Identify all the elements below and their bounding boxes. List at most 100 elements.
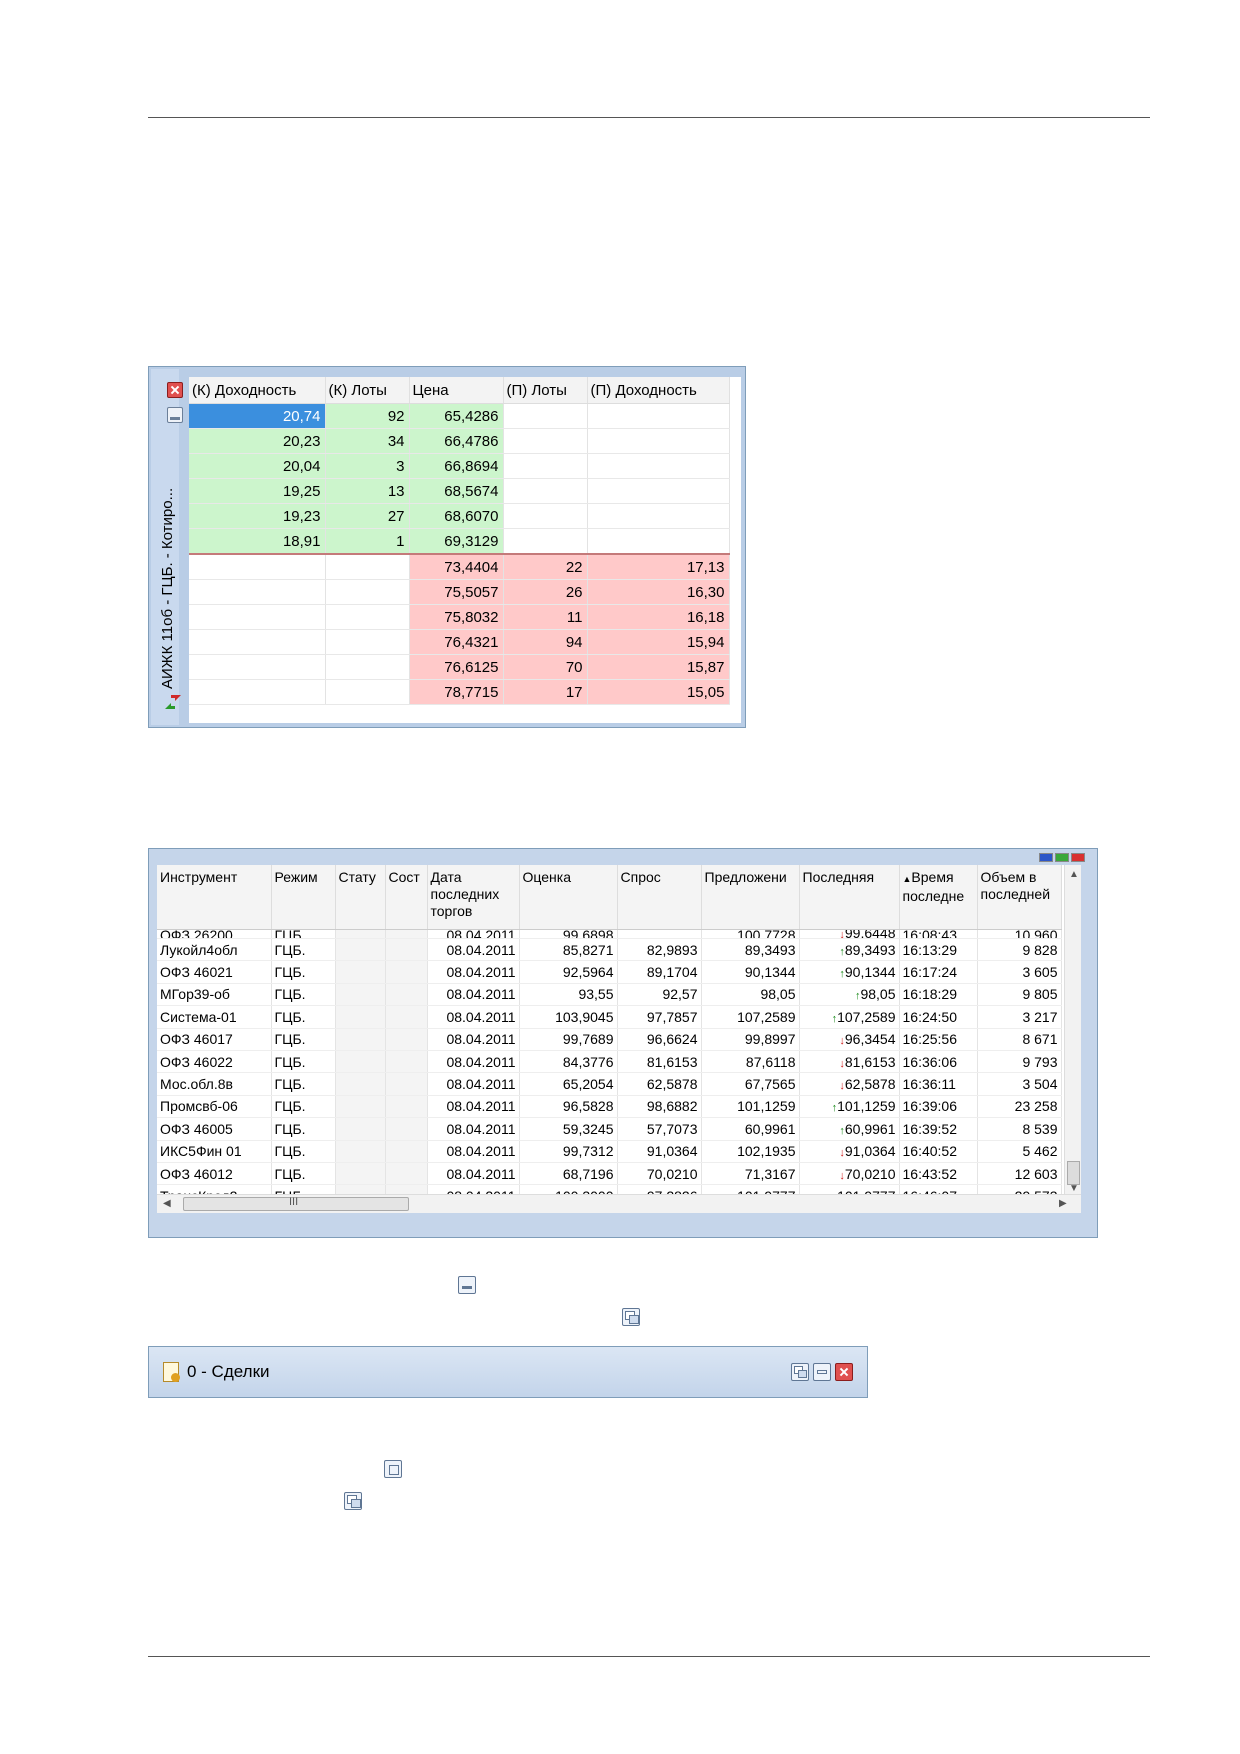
date-cell[interactable]: 08.04.2011 [427, 1140, 520, 1163]
bid-row[interactable]: 20,74 92 65,4286 [189, 403, 730, 429]
instrument-cell[interactable]: ОФЗ 46021 [157, 960, 272, 984]
price-cell[interactable]: 65,4286 [409, 403, 504, 429]
date-cell[interactable]: 08.04.2011 [427, 1095, 520, 1119]
price-cell[interactable]: 75,8032 [409, 604, 504, 630]
last-cell[interactable]: ↓99,6448 [799, 929, 900, 939]
last-cell[interactable]: ↓70,0210 [799, 1162, 900, 1186]
ask-lots-cell[interactable]: 22 [503, 553, 588, 580]
last-cell[interactable]: ↓62,5878 [799, 1072, 900, 1096]
table-row[interactable]: Мос.обл.8в ГЦБ. 08.04.2011 65,2054 62,5878 67… [157, 1072, 1062, 1096]
table-row[interactable]: ОФЗ 46012 ГЦБ. 08.04.2011 68,7196 70,0210 71,… [157, 1162, 1062, 1186]
table-row[interactable]: ОФЗ 26200 ГЦБ. 08.04.2011 99,6898 100,7728 ↓9… [157, 929, 1062, 939]
date-cell[interactable]: 08.04.2011 [427, 960, 520, 984]
estimate-cell[interactable]: 93,55 [519, 983, 618, 1007]
bid-yield-cell[interactable]: 20,74 [189, 403, 326, 429]
col-last-trade-date[interactable]: Дата последних торгов [427, 865, 520, 930]
col-bid-lots[interactable]: (К) Лоты [325, 377, 410, 404]
price-cell[interactable]: 66,8694 [409, 453, 504, 479]
col-status[interactable]: Стату [335, 865, 386, 930]
bid-lots-cell[interactable]: 27 [325, 503, 410, 529]
mode-cell[interactable]: ГЦБ. [271, 960, 336, 984]
col-last[interactable]: Последняя [799, 865, 900, 930]
price-cell[interactable]: 66,4786 [409, 428, 504, 454]
col-ask-lots[interactable]: (П) Лоты [503, 377, 588, 404]
date-cell[interactable]: 08.04.2011 [427, 1028, 520, 1051]
close-icon[interactable] [1071, 853, 1085, 862]
ask-row[interactable]: 75,5057 26 16,30 [189, 579, 730, 605]
table-row[interactable]: Лукойл4обл ГЦБ. 08.04.2011 85,8271 82,9893 89… [157, 938, 1062, 962]
bid-lots-cell[interactable]: 3 [325, 453, 410, 479]
mode-cell[interactable]: ГЦБ. [271, 938, 336, 962]
bid-cell[interactable]: 89,1704 [617, 960, 702, 984]
table-row[interactable]: Промсвб-06 ГЦБ. 08.04.2011 96,5828 98,6882 10… [157, 1095, 1062, 1119]
price-cell[interactable]: 69,3129 [409, 528, 504, 555]
ask-cell[interactable]: 71,3167 [701, 1162, 800, 1186]
vertical-scroll-thumb[interactable] [1067, 1161, 1080, 1185]
ask-row[interactable]: 76,6125 70 15,87 [189, 654, 730, 680]
ask-cell[interactable]: 90,1344 [701, 960, 800, 984]
col-estimate[interactable]: Оценка [519, 865, 618, 930]
last-cell[interactable]: ↑60,9961 [799, 1117, 900, 1141]
mode-cell[interactable]: ГЦБ. [271, 1005, 336, 1029]
ask-lots-cell[interactable]: 11 [503, 604, 588, 630]
bid-cell[interactable]: 97,7857 [617, 1005, 702, 1029]
ask-yield-cell[interactable]: 16,30 [587, 579, 730, 605]
col-state[interactable]: Сост [385, 865, 428, 930]
last-cell[interactable]: ↓96,3454 [799, 1028, 900, 1051]
estimate-cell[interactable]: 99,7689 [519, 1028, 618, 1051]
bid-lots-cell[interactable]: 13 [325, 478, 410, 504]
last-cell[interactable]: ↑101,1259 [799, 1095, 900, 1119]
bid-lots-cell[interactable]: 92 [325, 403, 410, 429]
bid-cell[interactable]: 91,0364 [617, 1140, 702, 1163]
ask-row[interactable]: 73,4404 22 17,13 [189, 553, 730, 580]
date-cell[interactable]: 08.04.2011 [427, 929, 520, 939]
volume-cell[interactable]: 3 605 [977, 960, 1062, 984]
ask-yield-cell[interactable]: 15,94 [587, 629, 730, 655]
mode-cell[interactable]: ГЦБ. [271, 1140, 336, 1163]
instrument-cell[interactable]: ОФЗ 46005 [157, 1117, 272, 1141]
table-row[interactable]: Система-01 ГЦБ. 08.04.2011 103,9045 97,7857 1… [157, 1005, 1062, 1029]
bid-cell[interactable]: 92,57 [617, 983, 702, 1007]
ask-yield-cell[interactable]: 15,05 [587, 679, 730, 705]
date-cell[interactable]: 08.04.2011 [427, 1050, 520, 1074]
instrument-cell[interactable]: Система-01 [157, 1005, 272, 1029]
mode-cell[interactable]: ГЦБ. [271, 1162, 336, 1186]
scroll-left-icon[interactable]: ◀ [163, 1198, 171, 1209]
bid-row[interactable]: 19,23 27 68,6070 [189, 503, 730, 529]
bid-cell[interactable]: 81,6153 [617, 1050, 702, 1074]
last-cell[interactable]: ↑98,05 [799, 983, 900, 1007]
ask-lots-cell[interactable]: 17 [503, 679, 588, 705]
col-bid-yield[interactable]: (К) Доходность [189, 377, 326, 404]
volume-cell[interactable]: 8 539 [977, 1117, 1062, 1141]
mode-cell[interactable]: ГЦБ. [271, 1028, 336, 1051]
ask-cell[interactable]: 89,3493 [701, 938, 800, 962]
instrument-cell[interactable]: ОФЗ 46017 [157, 1028, 272, 1051]
date-cell[interactable]: 08.04.2011 [427, 1072, 520, 1096]
col-price[interactable]: Цена [409, 377, 504, 404]
volume-cell[interactable]: 12 603 [977, 1162, 1062, 1186]
price-cell[interactable]: 75,5057 [409, 579, 504, 605]
bid-cell[interactable]: 98,6882 [617, 1095, 702, 1119]
volume-cell[interactable]: 5 462 [977, 1140, 1062, 1163]
ask-lots-cell[interactable]: 26 [503, 579, 588, 605]
time-cell[interactable]: 16:24:50 [899, 1005, 978, 1029]
col-ask-yield[interactable]: (П) Доходность [587, 377, 730, 404]
last-cell[interactable]: ↑90,1344 [799, 960, 900, 984]
ask-cell[interactable]: 67,7565 [701, 1072, 800, 1096]
ask-cell[interactable]: 87,6118 [701, 1050, 800, 1074]
mode-cell[interactable]: ГЦБ. [271, 1072, 336, 1096]
scroll-right-icon[interactable]: ▶ [1059, 1198, 1067, 1209]
price-cell[interactable]: 73,4404 [409, 553, 504, 580]
ask-cell[interactable]: 60,9961 [701, 1117, 800, 1141]
swap-arrows-icon[interactable] [163, 693, 183, 711]
estimate-cell[interactable]: 99,7312 [519, 1140, 618, 1163]
bid-cell[interactable]: 70,0210 [617, 1162, 702, 1186]
instrument-cell[interactable]: Лукойл4обл [157, 938, 272, 962]
date-cell[interactable]: 08.04.2011 [427, 1117, 520, 1141]
table-row[interactable]: ОФЗ 46005 ГЦБ. 08.04.2011 59,3245 57,7073 60,… [157, 1117, 1062, 1141]
volume-cell[interactable]: 3 217 [977, 1005, 1062, 1029]
instrument-cell[interactable]: ОФЗ 26200 [157, 929, 272, 939]
bid-cell[interactable]: 57,7073 [617, 1117, 702, 1141]
vertical-scrollbar[interactable]: ▲ ▼ [1064, 865, 1081, 1195]
table-row[interactable]: ОФЗ 46017 ГЦБ. 08.04.2011 99,7689 96,6624 99,… [157, 1028, 1062, 1051]
